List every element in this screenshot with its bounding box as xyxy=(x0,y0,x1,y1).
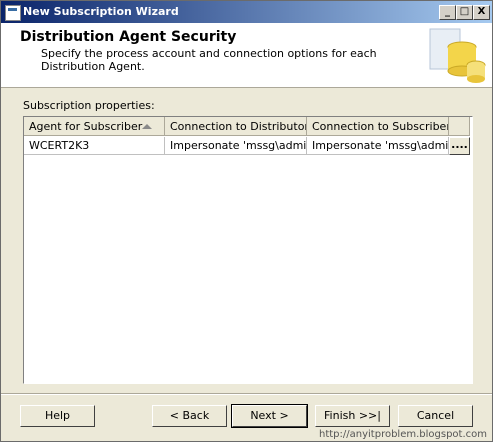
minimize-button[interactable]: _ xyxy=(439,5,456,20)
subscription-grid[interactable]: Agent for Subscriber Connection to Distr… xyxy=(23,116,473,384)
back-button[interactable]: < Back xyxy=(152,405,227,427)
cell-subscriber[interactable]: Impersonate 'mssg\admi... xyxy=(307,137,449,155)
edit-security-button[interactable]: .... xyxy=(449,137,470,155)
column-header-agent[interactable]: Agent for Subscriber xyxy=(24,117,165,136)
subscription-properties-label: Subscription properties: xyxy=(23,99,155,112)
next-button[interactable]: Next > xyxy=(231,404,308,428)
cancel-button[interactable]: Cancel xyxy=(398,405,473,427)
window-title: New Subscription Wizard xyxy=(23,5,179,18)
column-header-distributor[interactable]: Connection to Distributor xyxy=(165,117,307,136)
page-subtitle: Specify the process account and connecti… xyxy=(41,47,377,73)
divider xyxy=(1,393,492,395)
cell-distributor[interactable]: Impersonate 'mssg\admi... xyxy=(165,137,307,155)
column-header-subscriber[interactable]: Connection to Subscriber xyxy=(307,117,449,136)
column-header-agent-label: Agent for Subscriber xyxy=(29,120,143,133)
wizard-header: Distribution Agent Security Specify the … xyxy=(1,23,492,88)
page-title: Distribution Agent Security xyxy=(20,29,237,45)
app-icon xyxy=(5,5,21,21)
watermark-text: http://anyitproblem.blogspot.com xyxy=(319,429,487,440)
database-icon xyxy=(429,28,486,83)
help-button[interactable]: Help xyxy=(20,405,95,427)
sort-arrow-icon xyxy=(142,124,152,129)
title-bar[interactable]: New Subscription Wizard _ □ X xyxy=(1,1,492,23)
wizard-window: New Subscription Wizard _ □ X Distributi… xyxy=(0,0,493,442)
close-button[interactable]: X xyxy=(473,5,490,20)
maximize-button[interactable]: □ xyxy=(456,5,473,20)
column-header-button xyxy=(449,117,470,136)
finish-button[interactable]: Finish >>| xyxy=(315,405,390,427)
cell-agent[interactable]: WCERT2K3 xyxy=(24,137,165,155)
